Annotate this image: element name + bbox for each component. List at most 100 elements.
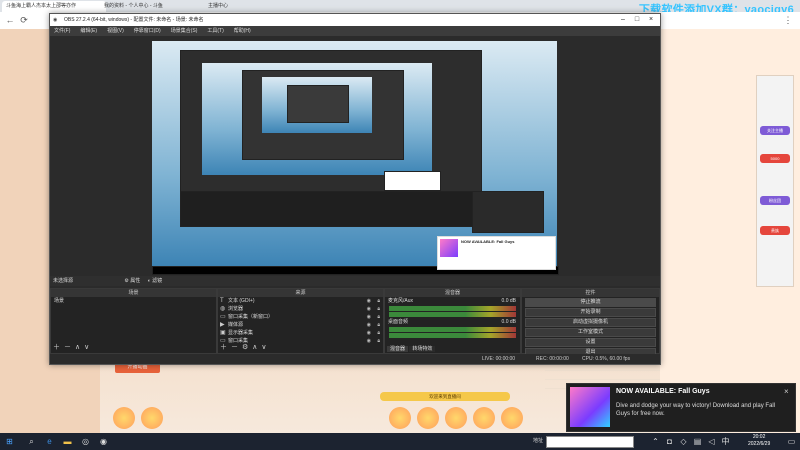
close-icon[interactable]: × [644,14,658,26]
source-toolbar: 未选择源 ⚙ 属性 ◐ 滤镜 [50,276,660,286]
obs-taskbar-icon[interactable]: ◉ [98,436,109,447]
preview-notification-image [440,239,458,257]
settings-button[interactable]: 设置 [525,338,656,347]
browser-tab[interactable]: 斗鱼海上霸人杰本太上邵等亦作 [2,1,106,12]
menu-icon[interactable]: ⋮ [782,14,794,26]
lock-icon[interactable]: 🔒︎ [377,313,380,321]
preview-notification-title: NOW AVAILABLE: Fall Guys [461,239,515,244]
lock-icon[interactable]: 🔒︎ [377,329,380,337]
clock[interactable]: 20:02 2022/6/29 [748,434,770,448]
add-icon[interactable]: ＋ [53,344,60,351]
up-icon[interactable]: ∧ [75,344,80,351]
browser-tab[interactable]: 主播中心 [204,1,272,12]
side-badge[interactable]: 5000 [760,154,790,163]
filter-icon[interactable]: ◐ [148,278,151,284]
edge-icon[interactable]: e [44,436,55,447]
controls-dock: 控件 停止推流 开始录制 启动虚拟摄像机 工作室模式 设置 退出 [521,288,660,357]
menu-file[interactable]: 文件(F) [54,28,70,34]
refresh-icon[interactable]: ⟳ [18,14,30,26]
volume-meter [389,327,516,332]
notification-center-icon[interactable]: ▭ [786,436,797,447]
menu-docks[interactable]: 停靠窗口(D) [134,28,161,34]
lock-icon[interactable]: 🔒︎ [377,297,380,305]
down-icon[interactable]: ∨ [261,344,266,351]
tab-transitions[interactable]: 转场特效 [409,346,436,352]
source-item[interactable]: ▭ 窗口采集（新窗口） ◉ 🔒︎ [218,313,383,321]
remove-icon[interactable]: － [64,344,71,351]
menu-view[interactable]: 视图(V) [107,28,124,34]
back-icon[interactable]: ← [4,14,16,26]
minimize-icon[interactable]: – [616,14,630,26]
stop-streaming-button[interactable]: 停止推流 [525,298,656,307]
tab-mixer[interactable]: 混音器 [387,346,409,352]
source-item[interactable]: ▣ 显示器采集 ◉ 🔒︎ [218,329,383,337]
side-badge[interactable]: 贵族 [760,226,790,235]
down-icon[interactable]: ∨ [84,344,89,351]
network-icon[interactable]: ▤ [692,436,703,447]
volume-meter [389,306,516,311]
maximize-icon[interactable]: □ [630,14,644,26]
tray-icon[interactable]: ◘ [664,436,675,447]
chrome-icon[interactable]: ◎ [80,436,91,447]
add-icon[interactable]: ＋ [220,344,227,351]
windows-start-icon[interactable]: ⊞ [4,436,15,447]
cpu-status: CPU: 0.5%, 60.00 fps [582,356,631,362]
source-item[interactable]: ▶ 媒体源 ◉ 🔒︎ [218,321,383,329]
volume-icon[interactable]: ◁ [706,436,717,447]
lock-icon[interactable]: 🔒︎ [377,321,380,329]
gift-icon[interactable] [141,407,163,429]
eye-icon[interactable]: ◉ [367,305,371,313]
properties-button[interactable]: 属性 [130,278,140,284]
gift-icon[interactable] [417,407,439,429]
source-item[interactable]: T 文本 (GDI+) ◉ 🔒︎ [218,297,383,305]
track-db: 0.0 dB [501,298,516,304]
gift-icon[interactable] [501,407,523,429]
remove-icon[interactable]: － [231,344,238,351]
side-badge[interactable]: 粉丝团 [760,196,790,205]
browser-tab[interactable]: 我的资料 - 个人中心 - 斗鱼 [100,1,208,12]
start-recording-button[interactable]: 开始录制 [525,308,656,317]
volume-slider[interactable] [389,312,516,317]
up-icon[interactable]: ∧ [252,344,257,351]
gear-icon[interactable]: ⚙ [242,344,248,351]
address-label: 地址 [533,438,544,444]
nested-controls [472,191,544,233]
lock-icon[interactable]: 🔒︎ [377,337,380,345]
search-icon[interactable]: ⌕ [26,436,37,447]
chat-line [545,371,660,380]
eye-icon[interactable]: ◉ [367,329,371,337]
studio-mode-button[interactable]: 工作室模式 [525,328,656,337]
gift-icon[interactable] [473,407,495,429]
close-icon[interactable]: × [784,387,789,396]
eye-icon[interactable]: ◉ [367,313,371,321]
start-virtual-camera-button[interactable]: 启动虚拟摄像机 [525,318,656,327]
side-badge[interactable]: 关注主播 [760,126,790,135]
menu-help[interactable]: 帮助(H) [234,28,251,34]
tray-icon[interactable]: ⌃ [650,436,661,447]
notification-body: Dive and dodge your way to victory! Down… [616,403,776,417]
taskbar-address-input[interactable] [546,436,634,448]
source-item[interactable]: ◍ 浏览器 ◉ 🔒︎ [218,305,383,313]
obs-title-bar: ◉ OBS 27.2.4 (64-bit, windows) - 配置文件: 未… [50,14,660,26]
eye-icon[interactable]: ◉ [367,297,371,305]
scene-item[interactable]: 场景 [51,297,216,305]
gift-icon[interactable] [389,407,411,429]
gift-icon[interactable] [113,407,135,429]
filters-button[interactable]: 滤镜 [152,278,162,284]
lock-icon[interactable]: 🔒︎ [377,305,380,313]
gear-icon[interactable]: ⚙ [124,278,128,284]
tray-icon[interactable]: ◇ [678,436,689,447]
toast-notification[interactable]: NOW AVAILABLE: Fall Guys Dive and dodge … [566,383,796,432]
menu-edit[interactable]: 编辑(E) [80,28,97,34]
ime-icon[interactable]: 中 [720,436,731,447]
eye-icon[interactable]: ◉ [367,321,371,329]
menu-scene-collection[interactable]: 场景集合(S) [171,28,198,34]
eye-icon[interactable]: ◉ [367,337,371,345]
folder-icon[interactable]: ▬ [62,436,73,447]
menu-tools[interactable]: 工具(T) [207,28,223,34]
game-thumbnail [570,387,610,427]
obs-window: ◉ OBS 27.2.4 (64-bit, windows) - 配置文件: 未… [49,13,661,365]
gift-icon[interactable] [445,407,467,429]
volume-slider[interactable] [389,333,516,338]
mixer-dock: 混音器 麦克风/Aux 0.0 dB 桌面音频 0.0 dB 混音器 转场特效 [384,288,521,354]
